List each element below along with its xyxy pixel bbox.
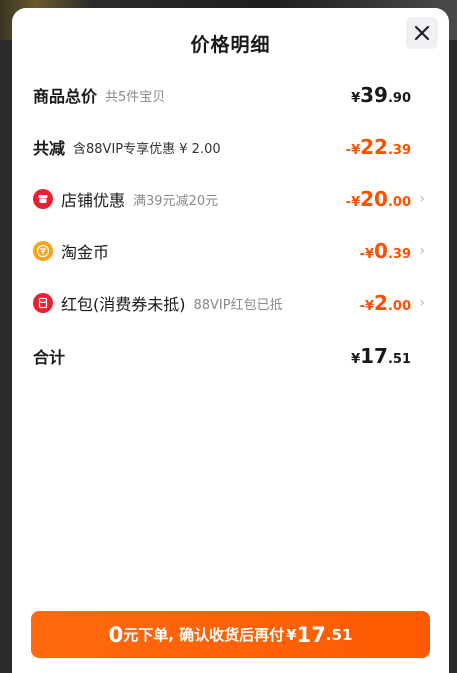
goods-total-amount: ¥ 39 .90 (351, 83, 411, 107)
reduction-amount: - ¥ 22 .39 (346, 135, 411, 159)
sheet-title: 价格明细 (190, 34, 271, 56)
row-total-reduction: 共减 含88VIP专享优惠 ¥ 2.00 - ¥ 22 .39 (33, 132, 425, 162)
coin-icon (33, 241, 53, 261)
taojinbi-amount: - ¥ 0 .39 (360, 239, 411, 263)
row-sum: 合计 ¥ 17 .51 (33, 341, 425, 371)
shop-discount-label: 店铺优惠 (61, 191, 126, 210)
price-detail-sheet: 价格明细 商品总价 共5件宝贝 ¥ 39 .90 共减 含88VIP专享优惠 ¥… (12, 8, 449, 673)
red-packet-icon (33, 293, 53, 313)
row-red-packet[interactable]: 红包(消费券未抵) 88VIP红包已抵 - ¥ 2 .00 › (33, 288, 425, 318)
cta-zero: 0 (108, 622, 124, 647)
currency-symbol: ¥ (365, 247, 375, 262)
amount-decimal: .51 (387, 352, 411, 367)
currency-symbol: ¥ (351, 352, 361, 367)
red-packet-amount: - ¥ 2 .00 (360, 291, 411, 315)
currency-symbol: ¥ (365, 299, 375, 314)
currency-symbol: ¥ (286, 625, 297, 644)
currency-symbol: ¥ (351, 195, 361, 210)
sum-label: 合计 (33, 348, 66, 367)
reduction-label: 共减 (33, 139, 66, 158)
chevron-right-icon: › (419, 191, 425, 207)
row-shop-discount[interactable]: 店铺优惠 满39元减20元 - ¥ 20 .00 › (33, 184, 425, 214)
amount-integer: 2 (374, 291, 388, 315)
sum-amount: ¥ 17 .51 (351, 344, 411, 368)
amount-integer: 17 (360, 344, 388, 368)
close-icon (414, 25, 430, 41)
amount-integer: 0 (374, 239, 388, 263)
chevron-right-icon: › (419, 295, 425, 311)
amount-decimal: .39 (387, 247, 411, 262)
amount-integer: 20 (360, 187, 388, 211)
reduction-note: 含88VIP专享优惠 ¥ 2.00 (73, 141, 221, 157)
cta-amount-decimal: .51 (325, 625, 353, 644)
amount-decimal: .00 (387, 299, 411, 314)
cta-amount-integer: 17 (296, 622, 326, 647)
shop-icon (33, 189, 53, 209)
row-goods-total: 商品总价 共5件宝贝 ¥ 39 .90 (33, 80, 425, 110)
chevron-right-icon: › (419, 243, 425, 259)
currency-symbol: ¥ (351, 143, 361, 158)
goods-total-label: 商品总价 (33, 87, 98, 106)
amount-decimal: .00 (387, 195, 411, 210)
amount-decimal: .39 (387, 143, 411, 158)
cta-text: 元下单, 确认收货后再付 (123, 626, 285, 644)
goods-count: 共5件宝贝 (105, 89, 166, 105)
shop-discount-rule: 满39元减20元 (133, 193, 219, 209)
row-taojinbi[interactable]: 淘金币 - ¥ 0 .39 › (33, 236, 425, 266)
amount-integer: 39 (360, 83, 388, 107)
currency-symbol: ¥ (351, 91, 361, 106)
red-packet-note: 88VIP红包已抵 (193, 297, 283, 313)
shop-discount-amount: - ¥ 20 .00 (346, 187, 411, 211)
place-order-button[interactable]: 0 元下单, 确认收货后再付 ¥ 17 .51 (31, 611, 430, 658)
amount-decimal: .90 (387, 91, 411, 106)
close-button[interactable] (406, 17, 438, 49)
red-packet-label: 红包(消费券未抵) (61, 295, 186, 314)
amount-integer: 22 (360, 135, 388, 159)
taojinbi-label: 淘金币 (61, 243, 110, 262)
